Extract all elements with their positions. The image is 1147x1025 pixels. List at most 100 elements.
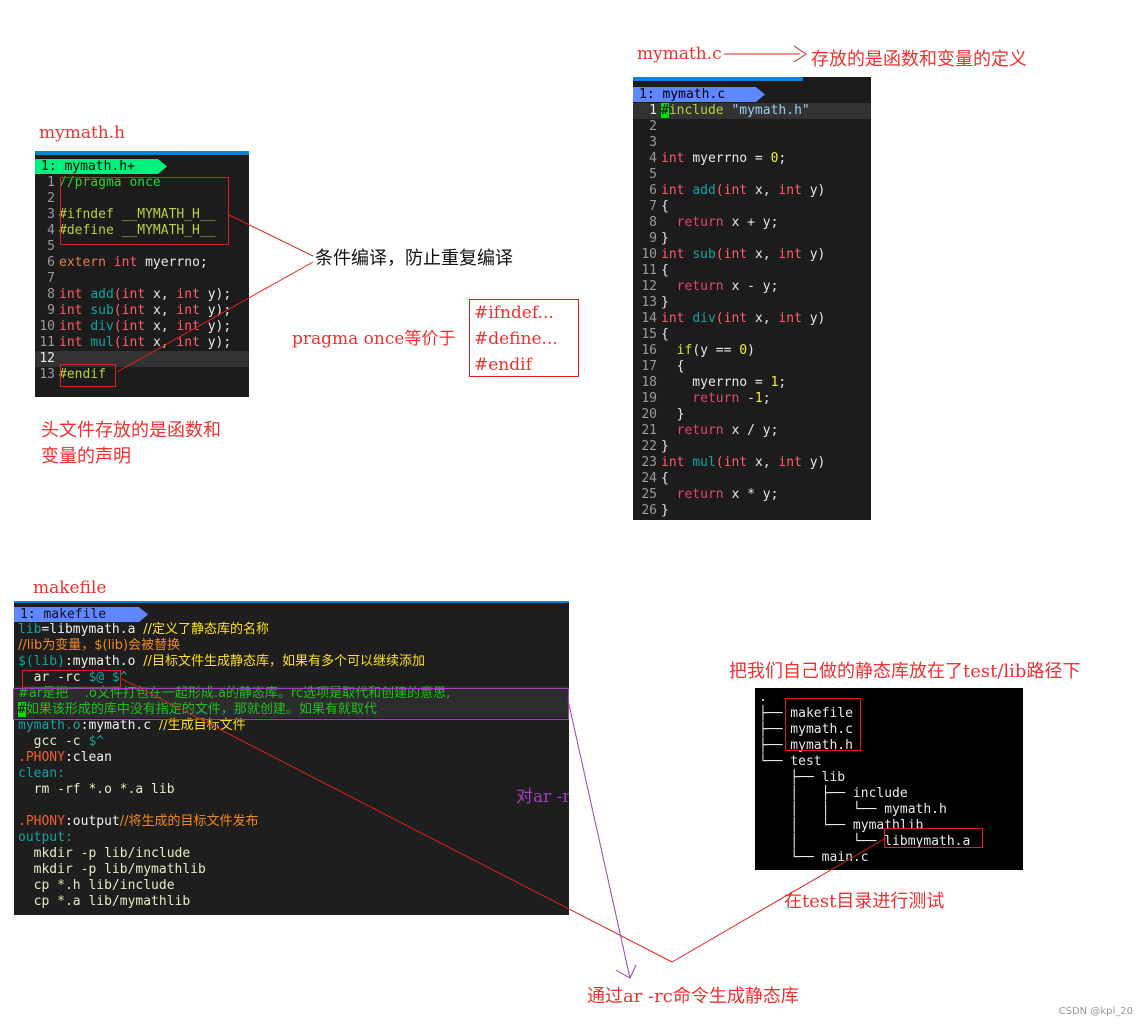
code-line: 14 int div(int x, int y) [633,311,871,327]
code-token: ( [113,319,122,334]
line-number: 4 [47,223,55,238]
code-token: myerrno = [692,151,771,166]
arrow-head [793,45,807,63]
window-top-bar [35,151,249,155]
code-token: y); [207,335,232,350]
code-token: //定义了静态库的名称 [143,622,269,637]
code-token: mymath.o [18,718,81,733]
code-token: include [668,103,732,118]
line-number: 13 [39,367,55,382]
equivalence-box: #ifndef... #define... #endif [469,299,579,377]
line-number: 10 [641,247,657,262]
code-token: div [90,319,114,334]
code-token: x, [754,183,779,198]
code-token: y); [207,303,232,318]
code-token: y) [809,247,826,262]
code-line: mkdir -p lib/mymathlib [14,862,569,878]
equiv-ifndef: #ifndef... [474,303,554,323]
code-token: int [121,303,153,318]
line-number: 18 [641,375,657,390]
tab-makefile[interactable]: 1: makefile [14,607,148,622]
code-token: return [661,391,748,406]
code-token: ( [715,183,724,198]
code-token: int [661,247,693,262]
code-line: 21 return x / y; [633,423,871,439]
code-token: int [661,183,693,198]
line-number: 22 [641,439,657,454]
line-number: 15 [641,327,657,342]
line-number: 7 [47,271,55,286]
code-line: 18 myerrno = 1; [633,375,871,391]
code-token: output: [18,830,73,845]
line-number: 11 [39,335,55,350]
code-token: (y == [692,343,740,358]
code-token: int [113,255,146,270]
code-line: 5 [633,167,871,183]
line-number: 24 [641,471,657,486]
highlight-box [22,670,121,688]
code-line: 10 int sub(int x, int y) [633,247,871,263]
code-line: .PHONY:output//将生成的目标文件发布 [14,814,569,830]
code-token: rm -rf *.o *.a lib [18,782,175,797]
explain-arrow [567,699,631,979]
code-token: $^ [88,734,105,749]
tab-mymath-h[interactable]: 1: mymath.h+ [35,159,167,174]
line-number: 20 [641,407,657,422]
code-token: } [661,295,669,310]
line-number: 11 [641,263,657,278]
code-token: ; [778,151,787,166]
code-token: :clean [64,750,112,765]
code-token: x * y; [731,487,779,502]
code-token: int [176,287,208,302]
code-token: gcc -c [18,734,89,749]
line-number: 1 [649,103,657,118]
tree-entry: ├── lib [759,770,846,785]
code-token: extern [59,255,114,270]
explain-box [13,688,569,720]
mymath-h-title: mymath.h [39,123,126,143]
code-token: :mymath.o [64,654,144,669]
code-line: cp *.a lib/mymathlib [14,894,569,910]
highlight-box [884,828,983,848]
line-number: 17 [641,359,657,374]
code-line: $(lib):mymath.o //目标文件生成静态库，如果有多个可以继续添加 [14,654,569,670]
line-number: 3 [47,207,55,222]
tree-entry: │ ├── include [759,786,908,801]
code-line: 10 int div(int x, int y); [35,319,249,335]
code-line: 26} [633,503,871,519]
mymath-c-desc: 存放的是函数和变量的定义 [811,49,1027,70]
code-token: x / y; [731,423,779,438]
tab-mymath-c[interactable]: 1: mymath.c [633,87,765,102]
code-token: //lib为变量，$(lib)会被替换 [18,638,181,653]
code-token: 1 [754,391,763,406]
code-token: $(lib) [18,654,65,669]
code-line: 11 { [633,263,871,279]
mymath-c-editor: 1: mymath.c 1 #include "mymath.h" 2 3 4 int m… [633,77,871,520]
highlight-box [60,364,116,387]
code-token: mkdir -p lib/include [18,846,191,861]
code-token: :mymath.c [80,718,159,733]
line-number: 12 [641,279,657,294]
code-token: int [778,455,810,470]
code-token: ; [778,375,787,390]
header-desc-line1: 头文件存放的是函数和 [41,420,221,441]
code-token: - [747,391,755,406]
code-token: x, [152,335,177,350]
line-number: 6 [47,255,55,270]
code-token: x, [754,311,779,326]
code-line: mkdir -p lib/include [14,846,569,862]
code-token: myerrno = [661,375,771,390]
line-number: 5 [47,239,55,254]
code-token: int [661,455,693,470]
code-token: sub [90,303,114,318]
code-line: 15 { [633,327,871,343]
code-line: 16 if(y == 0) [633,343,871,359]
code-line: 6 extern int myerrno; [35,255,249,271]
line-number: 12 [39,351,55,366]
code-token: x, [152,319,177,334]
line-number: 14 [641,311,657,326]
code-token: ; [762,391,771,406]
code-line: rm -rf *.o *.a lib [14,782,569,798]
code-token: x, [754,455,779,470]
code-token: x, [754,247,779,262]
